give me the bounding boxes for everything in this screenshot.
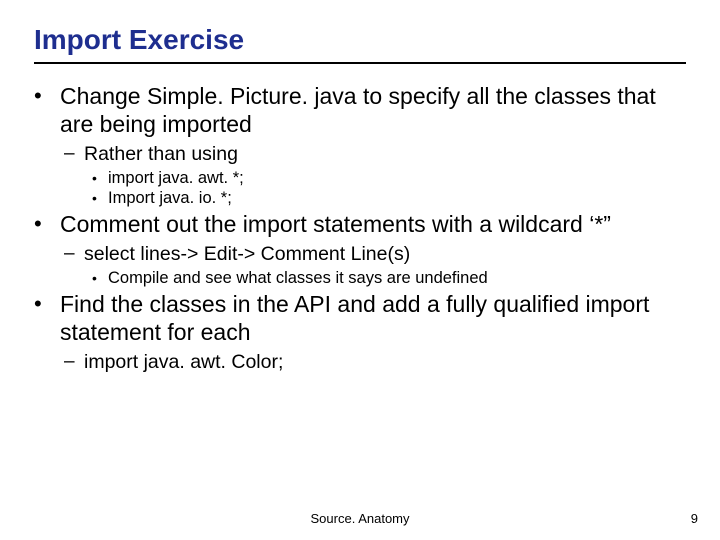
bullet-dot-icon: • — [92, 188, 108, 208]
slide-title: Import Exercise — [34, 24, 686, 64]
bullet-text: Comment out the import statements with a… — [60, 210, 611, 238]
list-item: • Import java. io. *; — [92, 188, 686, 208]
list-item: • Find the classes in the API and add a … — [34, 290, 686, 374]
bullet-text: import java. awt. *; — [108, 168, 244, 188]
list-item: • Compile and see what classes it says a… — [92, 268, 686, 288]
list-item: • Comment out the import statements with… — [34, 210, 686, 288]
bullet-dash-icon: – — [64, 142, 84, 166]
bullet-text: Rather than using — [84, 142, 238, 166]
list-item: – select lines-> Edit-> Comment Line(s) … — [64, 242, 686, 288]
bullet-dot-icon: • — [34, 290, 60, 318]
bullet-text: Change Simple. Picture. java to specify … — [60, 82, 686, 138]
bullet-dash-icon: – — [64, 350, 84, 374]
bullet-list: • Change Simple. Picture. java to specif… — [34, 82, 686, 374]
list-item: • import java. awt. *; — [92, 168, 686, 188]
bullet-text: select lines-> Edit-> Comment Line(s) — [84, 242, 410, 266]
bullet-text: Import java. io. *; — [108, 188, 232, 208]
bullet-dot-icon: • — [92, 268, 108, 288]
bullet-dot-icon: • — [92, 168, 108, 188]
list-item: – import java. awt. Color; — [64, 350, 686, 374]
list-item: • Change Simple. Picture. java to specif… — [34, 82, 686, 208]
bullet-text: Find the classes in the API and add a fu… — [60, 290, 686, 346]
list-item: – Rather than using • import java. awt. … — [64, 142, 686, 208]
bullet-text: Compile and see what classes it says are… — [108, 268, 488, 288]
bullet-text: import java. awt. Color; — [84, 350, 283, 374]
footer-source: Source. Anatomy — [0, 511, 720, 526]
bullet-dot-icon: • — [34, 210, 60, 238]
bullet-dot-icon: • — [34, 82, 60, 110]
bullet-dash-icon: – — [64, 242, 84, 266]
page-number: 9 — [691, 511, 698, 526]
